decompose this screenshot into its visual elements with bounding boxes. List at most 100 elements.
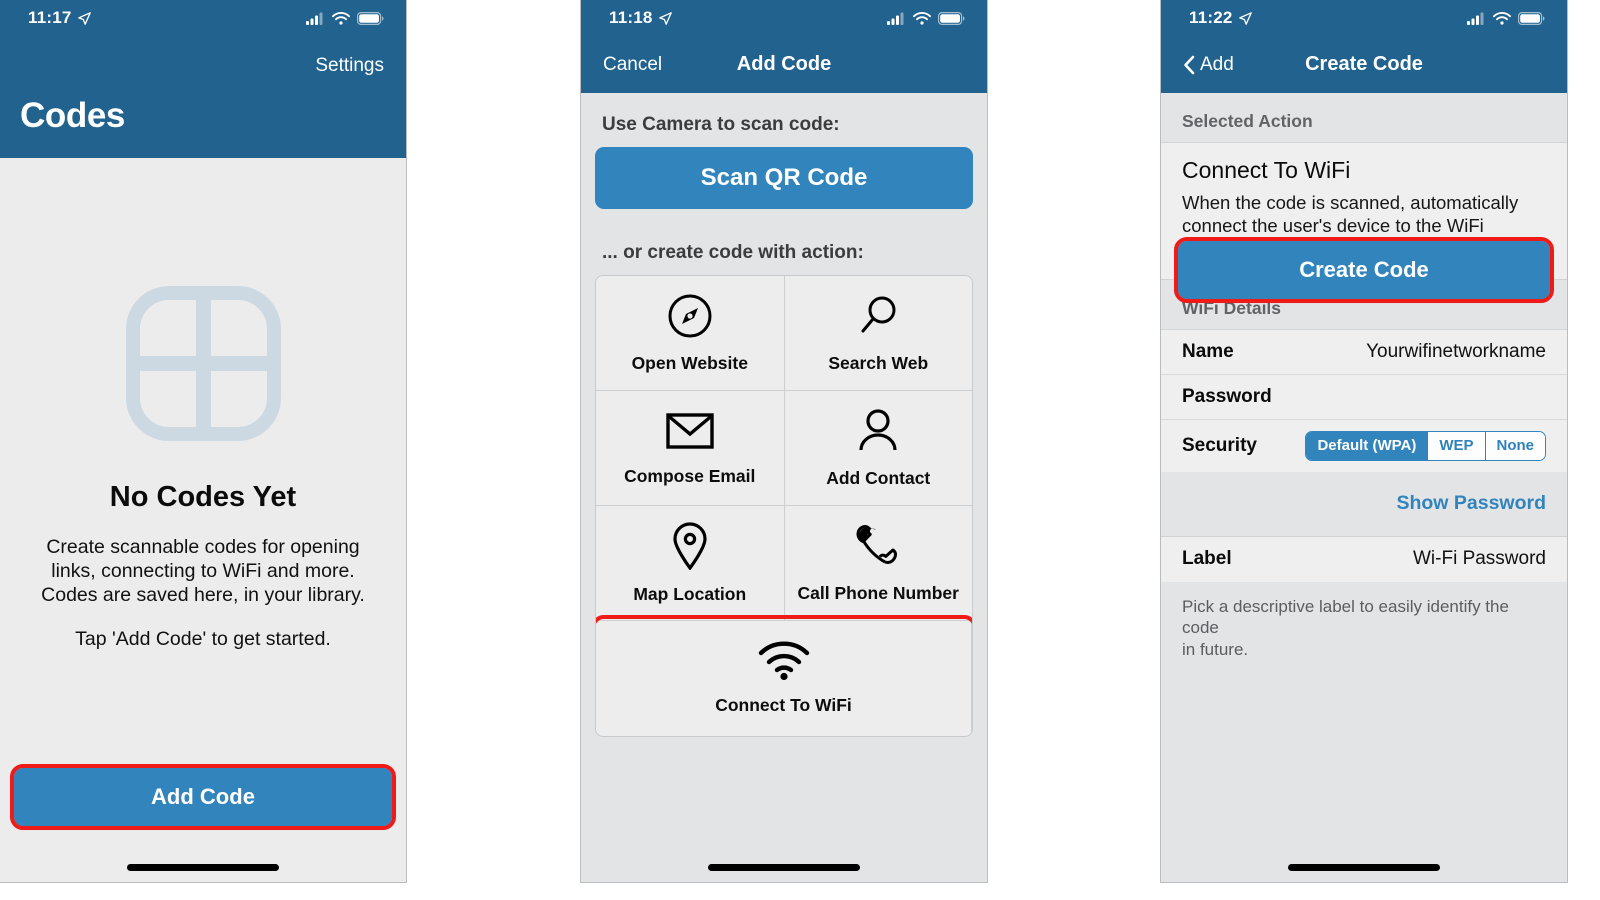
wifi-password-row[interactable]: Password bbox=[1161, 375, 1567, 420]
location-arrow-icon bbox=[77, 11, 91, 25]
wifi-security-label: Security bbox=[1182, 434, 1257, 456]
page-title: Codes bbox=[0, 96, 406, 158]
wifi-status-icon bbox=[1493, 11, 1511, 25]
security-option-wep[interactable]: WEP bbox=[1428, 431, 1486, 460]
empty-desc-spacer bbox=[23, 608, 383, 628]
settings-button[interactable]: Settings bbox=[315, 55, 384, 77]
show-password-area: Show Password bbox=[1161, 471, 1567, 536]
label-field-value[interactable]: Wi-Fi Password bbox=[1413, 548, 1546, 570]
phone-screen-add-code: 11:18 Cancel Add Code Use Camera to scan… bbox=[580, 0, 988, 883]
location-arrow-icon bbox=[1238, 11, 1252, 25]
actions-section-label: ... or create code with action: bbox=[602, 242, 864, 263]
action-label: Open Website bbox=[631, 352, 748, 373]
back-button-label: Add bbox=[1200, 53, 1234, 75]
battery-icon bbox=[357, 11, 384, 25]
action-cell-add-contact[interactable]: Add Contact bbox=[784, 391, 972, 506]
person-icon bbox=[859, 408, 897, 450]
security-segmented-control[interactable]: Default (WPA) WEP None bbox=[1305, 430, 1546, 461]
status-bar: 11:18 bbox=[581, 0, 987, 36]
action-label: Compose Email bbox=[624, 465, 756, 486]
label-footnote-line-2: in future. bbox=[1182, 639, 1249, 659]
action-cell-search-web[interactable]: Search Web bbox=[784, 276, 972, 391]
battery-icon bbox=[1518, 11, 1545, 25]
empty-desc-line-4: Tap 'Add Code' to get started. bbox=[75, 627, 331, 650]
scan-qr-code-button[interactable]: Scan QR Code bbox=[595, 147, 973, 209]
wifi-status-icon bbox=[332, 11, 350, 25]
add-code-body: Use Camera to scan code: Scan QR Code ..… bbox=[581, 93, 987, 882]
nav-bar: Add Create Code bbox=[1161, 36, 1567, 93]
grid-squares-icon bbox=[125, 286, 281, 441]
map-pin-icon bbox=[673, 521, 707, 570]
nav-bar: Settings bbox=[0, 36, 406, 96]
action-grid-row: Compose Email Add Contact bbox=[596, 391, 972, 506]
cancel-button[interactable]: Cancel bbox=[603, 54, 662, 76]
screenshot-canvas: 11:17 Settings Codes No Codes Yet Create… bbox=[0, 0, 1600, 900]
add-code-button-highlight bbox=[10, 764, 396, 830]
wifi-password-label: Password bbox=[1182, 385, 1272, 407]
battery-icon bbox=[938, 11, 965, 25]
empty-desc-line-2: links, connecting to WiFi and more. bbox=[51, 559, 355, 582]
selected-action-title: Connect To WiFi bbox=[1182, 157, 1351, 183]
action-grid-row: Map Location Call Phone Number bbox=[596, 506, 972, 621]
status-time: 11:17 bbox=[28, 8, 72, 27]
phone-handset-icon bbox=[856, 524, 898, 564]
security-option-wpa[interactable]: Default (WPA) bbox=[1306, 431, 1429, 460]
home-indicator bbox=[1288, 864, 1440, 871]
action-label: Search Web bbox=[828, 352, 929, 373]
status-time: 11:18 bbox=[609, 8, 653, 27]
empty-state-body: No Codes Yet Create scannable codes for … bbox=[0, 158, 406, 882]
home-indicator bbox=[127, 864, 279, 871]
create-code-body: Selected Action Connect To WiFi When the… bbox=[1161, 93, 1567, 882]
status-bar: 11:17 bbox=[0, 0, 406, 36]
cellular-signal-icon bbox=[887, 12, 904, 25]
connect-to-wifi-highlight bbox=[596, 615, 972, 736]
chevron-left-icon bbox=[1184, 55, 1195, 74]
wifi-name-row[interactable]: Name Yourwifinetworkname bbox=[1161, 330, 1567, 375]
magnifier-icon bbox=[861, 296, 896, 332]
status-right bbox=[1467, 11, 1545, 25]
show-password-button[interactable]: Show Password bbox=[1396, 492, 1546, 515]
action-cell-map-location[interactable]: Map Location bbox=[596, 506, 785, 621]
action-cell-open-website[interactable]: Open Website bbox=[596, 276, 785, 391]
empty-desc-line-1: Create scannable codes for opening bbox=[46, 536, 360, 558]
home-indicator bbox=[708, 864, 860, 871]
nav-bar-row: Settings bbox=[0, 36, 406, 96]
selected-action-desc-line-1: When the code is scanned, automatically bbox=[1182, 192, 1519, 213]
action-cell-compose-email[interactable]: Compose Email bbox=[596, 391, 785, 506]
action-label: Map Location bbox=[633, 583, 747, 604]
wifi-name-field[interactable]: Yourwifinetworkname bbox=[1366, 341, 1546, 363]
wifi-details-rows: Name Yourwifinetworkname Password Securi… bbox=[1161, 328, 1567, 472]
envelope-icon bbox=[666, 412, 714, 449]
cellular-signal-icon bbox=[1467, 12, 1484, 25]
action-grid: Open Website Search Web Compose Email Ad… bbox=[595, 275, 973, 737]
phone-screen-create-code: 11:22 Add Create Code Selected Action Co… bbox=[1160, 0, 1568, 883]
status-right bbox=[306, 11, 384, 25]
label-footnote: Pick a descriptive label to easily ident… bbox=[1161, 582, 1567, 660]
cellular-signal-icon bbox=[306, 12, 323, 25]
status-left: 11:22 bbox=[1189, 8, 1252, 28]
wifi-security-row: Security Default (WPA) WEP None bbox=[1161, 420, 1567, 472]
selected-action-group-header: Selected Action bbox=[1182, 111, 1313, 131]
label-row[interactable]: Label Wi-Fi Password bbox=[1161, 537, 1567, 582]
security-option-none[interactable]: None bbox=[1485, 431, 1545, 460]
action-cell-call-phone-number[interactable]: Call Phone Number bbox=[784, 506, 972, 621]
back-button[interactable]: Add bbox=[1183, 54, 1234, 76]
status-bar: 11:22 bbox=[1161, 0, 1567, 36]
status-left: 11:17 bbox=[28, 8, 91, 28]
empty-state-title: No Codes Yet bbox=[109, 481, 297, 513]
scan-section-label: Use Camera to scan code: bbox=[602, 114, 840, 135]
action-label: Call Phone Number bbox=[797, 582, 959, 603]
action-label: Add Contact bbox=[826, 467, 931, 488]
wifi-status-icon bbox=[913, 11, 931, 25]
status-right bbox=[887, 11, 965, 25]
label-footnote-line-1: Pick a descriptive label to easily ident… bbox=[1182, 596, 1509, 638]
empty-state-description: Create scannable codes for opening links… bbox=[23, 536, 383, 652]
action-grid-row: Open Website Search Web bbox=[596, 276, 972, 391]
label-rows: Label Wi-Fi Password bbox=[1161, 535, 1567, 582]
wifi-name-label: Name bbox=[1182, 340, 1234, 362]
status-left: 11:18 bbox=[609, 8, 672, 28]
label-field-label: Label bbox=[1182, 548, 1232, 570]
compass-icon bbox=[668, 294, 712, 337]
nav-bar: Cancel Add Code bbox=[581, 36, 987, 93]
location-arrow-icon bbox=[658, 11, 672, 25]
